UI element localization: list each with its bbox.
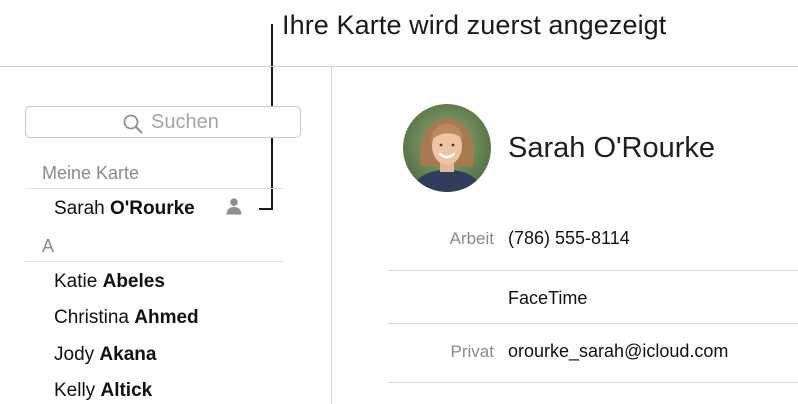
contact-my-card[interactable]: Sarah O'Rourke xyxy=(54,198,195,220)
contact-list-item[interactable]: Christina Ahmed xyxy=(54,307,199,329)
facetime-link[interactable]: FaceTime xyxy=(508,288,587,309)
contact-list-item[interactable]: Jody Akana xyxy=(54,344,156,366)
divider xyxy=(25,261,284,262)
contact-first-name: Jody xyxy=(54,344,100,365)
contacts-sidebar: Suchen Meine Karte Sarah O'Rourke A Kati… xyxy=(0,67,332,404)
avatar xyxy=(403,104,491,192)
contact-first-name: Kelly xyxy=(54,380,101,401)
phone-value[interactable]: (786) 555-8114 xyxy=(508,228,630,249)
field-separator xyxy=(388,382,798,383)
person-icon xyxy=(226,198,242,215)
contact-name: Sarah O'Rourke xyxy=(508,132,716,164)
contact-list-item[interactable]: Kelly Altick xyxy=(54,380,152,402)
contact-last-name: Ahmed xyxy=(134,307,199,328)
field-separator xyxy=(388,270,798,271)
contact-first-name: Sarah xyxy=(54,198,110,219)
search-placeholder: Suchen xyxy=(151,111,219,133)
contact-last-name: O'Rourke xyxy=(109,198,195,219)
divider xyxy=(25,188,284,189)
search-icon xyxy=(123,114,143,134)
contact-detail-pane: Sarah O'Rourke Arbeit (786) 555-8114 Fac… xyxy=(332,67,798,404)
callout-text: Ihre Karte wird zuerst angezeigt xyxy=(282,10,667,40)
contact-first-name: Katie xyxy=(54,271,103,292)
field-label-home: Privat xyxy=(450,342,494,361)
field-separator xyxy=(388,323,798,324)
email-value[interactable]: orourke_sarah@icloud.com xyxy=(508,341,728,362)
contact-list-item[interactable]: Katie Abeles xyxy=(54,271,165,293)
contact-last-name: Abeles xyxy=(102,271,165,292)
contacts-window: Suchen Meine Karte Sarah O'Rourke A Kati… xyxy=(0,66,798,404)
contact-last-name: Altick xyxy=(100,380,153,401)
contact-last-name: Akana xyxy=(99,344,157,365)
contact-first-name: Christina xyxy=(54,307,135,328)
field-label-work: Arbeit xyxy=(449,229,494,248)
section-letter-a: A xyxy=(42,236,55,256)
search-field[interactable]: Suchen xyxy=(25,106,301,138)
my-card-header: Meine Karte xyxy=(42,163,140,183)
